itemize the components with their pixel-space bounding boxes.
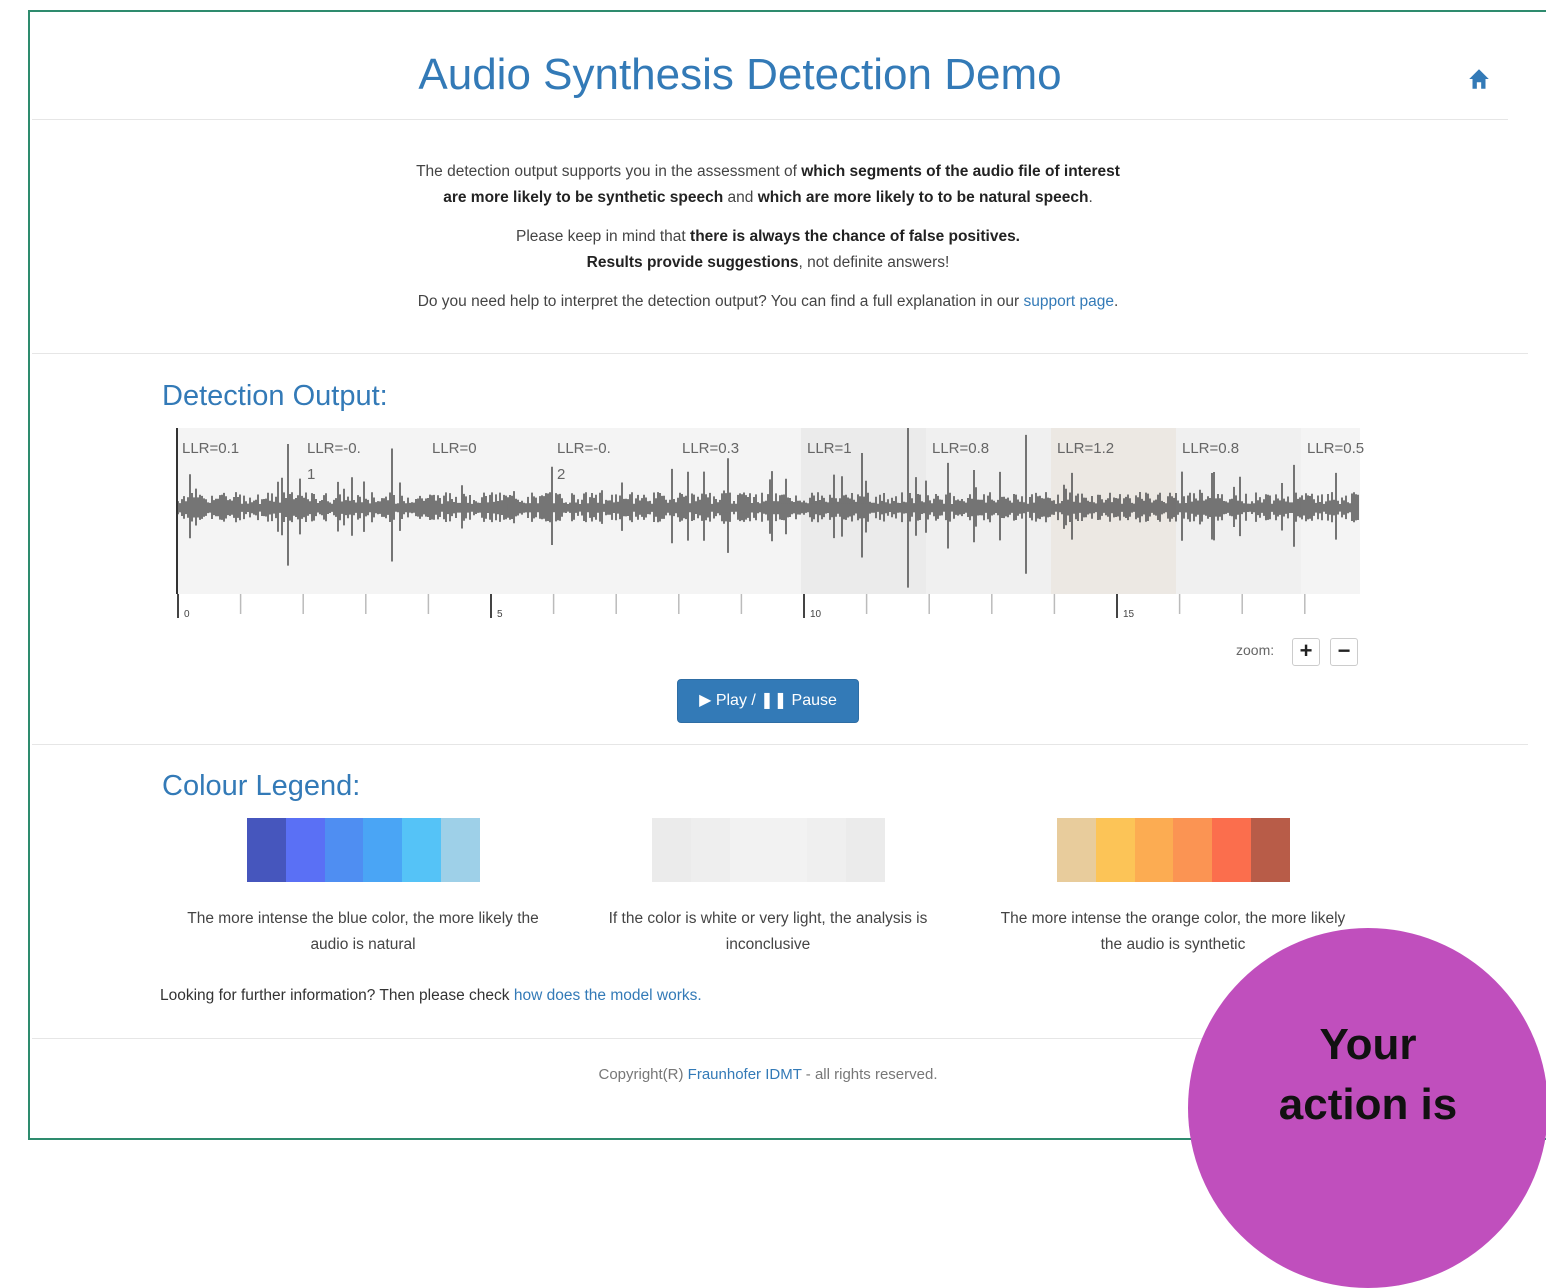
axis-tick-label: 15 bbox=[1123, 609, 1135, 620]
legend-orange-scale bbox=[1057, 818, 1290, 882]
zoom-in-button[interactable]: + bbox=[1292, 638, 1320, 666]
legend-blue-swatch bbox=[285, 818, 325, 882]
legend-grey-swatch bbox=[768, 818, 808, 882]
legend-orange-swatch bbox=[1057, 818, 1096, 882]
fraunhofer-link[interactable]: Fraunhofer IDMT bbox=[688, 1066, 802, 1083]
axis-tick-label: 10 bbox=[810, 609, 822, 620]
legend-blue-swatch bbox=[402, 818, 442, 882]
play-pause-button[interactable]: ▶ Play / ❚❚ Pause bbox=[677, 679, 859, 723]
legend-blue-text: The more intense the blue color, the mor… bbox=[187, 910, 539, 953]
legend-orange-swatch bbox=[1134, 818, 1174, 882]
header-divider bbox=[32, 119, 1508, 120]
legend-grey-swatch bbox=[652, 818, 691, 882]
zoom-out-button[interactable]: − bbox=[1330, 638, 1358, 666]
legend-blue-swatch bbox=[363, 818, 403, 882]
legend-grey-scale bbox=[652, 818, 885, 882]
legend-grey-swatch bbox=[807, 818, 847, 882]
legend-grey-swatch bbox=[846, 818, 885, 882]
model-info-link[interactable]: how does the model works. bbox=[514, 987, 702, 1004]
legend-blue-swatch bbox=[247, 818, 286, 882]
legend-orange-swatch bbox=[1251, 818, 1290, 882]
page-title: Audio Synthesis Detection Demo bbox=[418, 50, 1062, 99]
colour-legend-title: Colour Legend: bbox=[162, 770, 361, 802]
intro-paragraph-1: The detection output supports you in the… bbox=[416, 163, 1120, 206]
support-page-link[interactable]: support page bbox=[1024, 293, 1115, 310]
axis-tick-label: 0 bbox=[184, 609, 190, 620]
detection-divider bbox=[32, 744, 1528, 745]
legend-orange-swatch bbox=[1095, 818, 1135, 882]
legend-grey-text: If the color is white or very light, the… bbox=[608, 910, 928, 953]
time-axis: 0 5 10 15 bbox=[177, 594, 1306, 620]
legend-grey-swatch bbox=[690, 818, 730, 882]
legend-grey-swatch bbox=[729, 818, 769, 882]
legend-blue-scale bbox=[247, 818, 480, 882]
home-icon[interactable] bbox=[1466, 66, 1492, 92]
badge-line-2: action is bbox=[1278, 1080, 1458, 1129]
badge-line-1: Your bbox=[1319, 1020, 1417, 1069]
legend-blue-swatch bbox=[324, 818, 364, 882]
waveform-path bbox=[176, 428, 1359, 588]
legend-orange-swatch bbox=[1212, 818, 1252, 882]
intro-divider bbox=[32, 353, 1528, 354]
legend-blue-swatch bbox=[441, 818, 480, 882]
intro-paragraph-3: Do you need help to interpret the detect… bbox=[417, 293, 1119, 310]
waveform bbox=[176, 428, 1359, 594]
zoom-label: zoom: bbox=[1236, 642, 1275, 658]
action-badge: Your action is bbox=[1188, 928, 1546, 1288]
legend-orange-swatch bbox=[1173, 818, 1213, 882]
further-info-note: Looking for further information? Then pl… bbox=[160, 987, 702, 1004]
axis-tick-label: 5 bbox=[497, 609, 503, 620]
detection-output-title: Detection Output: bbox=[162, 380, 388, 412]
intro-paragraph-2: Please keep in mind that there is always… bbox=[515, 228, 1020, 271]
